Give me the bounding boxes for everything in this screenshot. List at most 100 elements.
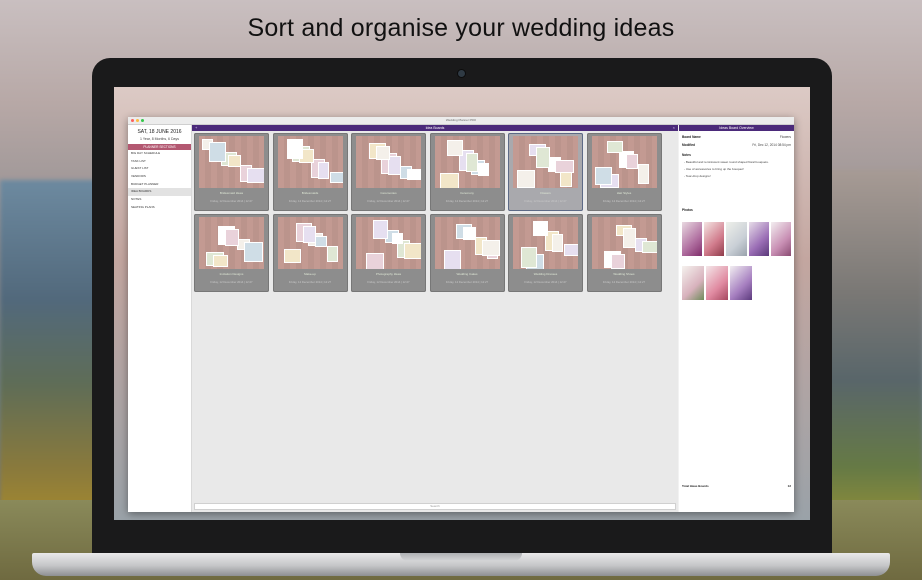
idea-board-card[interactable]: Wedding Dresses Friday, 12 December 2014 … [508,214,583,292]
plus-icon[interactable]: + [195,125,197,131]
pinned-picture [462,227,476,240]
pinned-picture [376,146,390,160]
total-value: 12 [787,484,791,488]
pinned-picture [286,139,303,159]
pinned-picture [594,167,612,185]
pinned-picture [555,160,574,173]
flower-photo[interactable] [770,222,792,256]
pinned-picture [404,243,421,259]
flower-photo[interactable] [726,222,747,256]
idea-board-card[interactable]: Ceremonies Friday, 12 December 2014 | 12:… [351,133,426,211]
flower-photo[interactable] [748,222,769,256]
pinned-picture [481,240,500,256]
sidebar-item-notes[interactable]: NOTES [128,196,191,204]
idea-board-card[interactable]: Ceremony Friday, 12 December 2014 | 12:27 [429,133,505,211]
idea-board-card[interactable]: Make-up Friday, 12 December 2014 | 12:27 [272,214,348,292]
idea-board-card[interactable]: Wedding Cakes Friday, 12 December 2014 | … [429,214,505,292]
search-input[interactable]: Search [194,503,676,510]
pinned-picture [521,247,537,268]
minimize-window-icon[interactable] [136,119,139,122]
board-thumbnail [277,217,343,269]
sidebar-item-seating-plans[interactable]: SEATING PLANS [128,204,191,212]
pinned-picture [228,155,241,167]
pinned-picture [366,253,384,269]
flower-photo[interactable] [704,222,725,256]
photos-label: Photos [682,208,693,212]
idea-boards-header: + Idea Boards × [192,125,678,131]
board-thumbnail [434,217,500,269]
idea-board-card[interactable]: Bridesmaids Friday, 12 December 2014 | 12… [272,133,348,211]
sidebar-item-idea-boards[interactable]: IDEA BOARDS [128,188,191,197]
close-icon[interactable]: × [673,125,675,131]
laptop-notch [400,553,522,561]
sidebar-item-big-day-schedule[interactable]: BIG DAY SCHEDULE [128,150,191,158]
board-thumbnail [513,217,578,269]
background-right [822,170,922,520]
pinned-picture [317,162,329,179]
total-row: Total Ideas Boards 12 [682,484,791,488]
note-line: - Use of accessories to bring up the bou… [684,167,744,171]
note-line: - Beautiful and reminiscent sweet round … [684,160,769,164]
notes-label: Notes [682,153,691,157]
flower-photo[interactable] [730,266,752,300]
idea-board-card[interactable]: Wedding Shoes Friday, 12 December 2014 | … [586,214,662,292]
app-window: Wedding Planner PRO SAT, 18 JUNE 2016 1 … [128,117,794,512]
board-name: Wedding Shoes [613,272,635,276]
idea-board-card[interactable]: Bridesmaid Ideas Friday, 12 December 2014… [194,133,269,211]
pinned-picture [637,164,649,184]
close-window-icon[interactable] [131,119,134,122]
pinned-picture [610,254,625,269]
idea-boards-title: Idea Boards [425,126,445,130]
sidebar-item-budget-planner[interactable]: BUDGET PLANNER [128,181,191,189]
pinned-picture [439,173,459,188]
details-title: Ideas Board Overview [679,125,794,131]
idea-boards-panel: + Idea Boards × Bridesmaid Ideas Friday, … [192,125,678,512]
pinned-picture [392,233,403,244]
idea-board-card[interactable]: Flowers Friday, 12 December 2014 | 12:27 [508,133,583,211]
pinned-picture [209,142,226,162]
board-name-row: Board Name Flowers [679,135,794,139]
idea-board-card[interactable]: Photography Ideas Friday, 12 December 201… [351,214,426,292]
laptop-screen: Wedding Planner PRO SAT, 18 JUNE 2016 1 … [114,87,810,520]
board-date: Friday, 12 December 2014 | 12:27 [288,280,332,284]
board-thumbnail [513,136,578,188]
board-name-value[interactable]: Flowers [780,135,791,139]
sidebar-item-task-list[interactable]: TASK LIST [128,158,191,166]
sidebar-item-vendors[interactable]: VENDORS [128,173,191,181]
pinned-picture [443,250,461,269]
sidebar-item-guest-list[interactable]: GUEST LIST [128,165,191,173]
pinned-picture [407,169,421,180]
pinned-picture [225,229,239,246]
board-thumbnail [434,136,500,188]
pinned-picture [552,234,563,252]
flower-photo[interactable] [682,266,704,300]
pinned-picture [465,153,478,172]
pinned-picture [625,154,638,169]
pinned-picture [314,236,327,247]
flower-photo[interactable] [682,222,703,256]
zoom-window-icon[interactable] [141,119,144,122]
board-date: Friday, 12 December 2014 | 12:27 [210,280,253,284]
laptop-bezel: Wedding Planner PRO SAT, 18 JUNE 2016 1 … [92,58,832,558]
board-date: Friday, 12 December 2014 | 12:27 [445,280,489,284]
photo-row [679,212,794,256]
board-name: Invitation Designs [219,272,244,276]
photo-row [679,256,794,300]
idea-board-card[interactable]: Hair Styles Friday, 12 December 2014 | 12… [586,133,662,211]
board-date: Friday, 12 December 2014 | 12:27 [602,280,646,284]
flower-photo[interactable] [706,266,728,300]
modified-value: Fri, Dec 12, 2014 08:54 pm [752,143,791,147]
board-grid: Bridesmaid Ideas Friday, 12 December 2014… [194,133,662,292]
pinned-picture [536,147,550,168]
camera-icon [458,70,465,77]
board-date: Friday, 12 December 2014 | 12:27 [288,199,332,203]
board-name: Bridesmaid Ideas [219,191,244,195]
pinned-picture [641,241,657,253]
board-thumbnail [591,136,657,188]
board-name: Ceremonies [380,191,397,195]
pinned-picture [213,255,228,267]
board-name: Wedding Cakes [456,272,478,276]
board-name: Flowers [540,191,551,195]
idea-board-card[interactable]: Invitation Designs Friday, 12 December 20… [194,214,269,292]
board-name: Make-up [304,272,316,276]
